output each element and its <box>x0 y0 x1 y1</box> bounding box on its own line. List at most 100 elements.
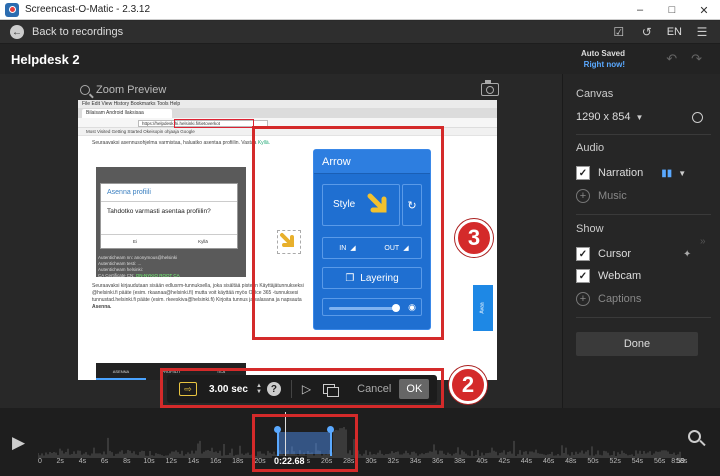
in-ramp-icon: ◢ <box>350 245 356 252</box>
browser-tab: Bilaisam Android llaksisaa <box>82 109 172 118</box>
duration-value[interactable]: 3.00 sec <box>209 384 248 395</box>
redo-icon[interactable]: ↷ <box>691 51 702 67</box>
timeline-tick-label: 4s <box>78 458 87 465</box>
app-window: Screencast-O-Matic - 2.3.12 – □ ✕ ← Back… <box>0 0 720 476</box>
screenshot-details: Autenticheam nn: anonymous@helsinki Aute… <box>98 255 180 278</box>
timeline-tick-label: 32s <box>387 458 399 465</box>
language-selector[interactable]: EN <box>667 26 682 38</box>
captions-add[interactable]: + Captions <box>576 292 641 306</box>
timeline-tick-label: 6s <box>100 458 109 465</box>
preview-play-icon[interactable]: ▷ <box>302 382 311 396</box>
duration-stepper[interactable]: ▲ ▼ <box>256 383 262 395</box>
window-title: Screencast-O-Matic - 2.3.12 <box>25 4 151 15</box>
music-add[interactable]: + Music <box>576 189 627 203</box>
in-transition-button[interactable]: IN ◢ <box>323 238 372 258</box>
timeline-tick-label: 44s <box>520 458 533 465</box>
overlay-toolbar: ⇨ 3.00 sec ▲ ▼ ? ▷ Cancel OK <box>167 375 437 403</box>
narration-toggle[interactable]: ✓ Narration ▮▮ ▼ <box>576 166 686 180</box>
opacity-knob[interactable] <box>391 304 400 312</box>
zoom-icon <box>80 85 90 95</box>
timeline-start-label: 0 <box>38 458 42 465</box>
close-button[interactable]: ✕ <box>688 0 720 20</box>
ok-button[interactable]: OK <box>399 379 430 399</box>
canvas-heading: Canvas <box>576 88 614 100</box>
play-icon[interactable]: ▶ <box>12 433 25 453</box>
cursor-checkbox[interactable]: ✓ <box>576 247 590 261</box>
timeline-tick-label: 14s <box>187 458 200 465</box>
menu-icon[interactable]: ☰ <box>694 24 710 40</box>
checklist-icon[interactable]: ☑ <box>611 24 627 40</box>
timeline-end-label: 8:59 <box>671 458 685 465</box>
arrow-panel-title: Arrow <box>314 150 430 174</box>
done-button[interactable]: Done <box>576 332 698 356</box>
canvas-color-radio[interactable] <box>692 112 703 123</box>
dialog-yes-button: Kyllä <box>198 239 208 244</box>
app-header: ← Back to recordings ☑ ↺ EN ☰ <box>0 21 720 44</box>
undo-icon[interactable]: ↶ <box>666 51 677 67</box>
maximize-button[interactable]: □ <box>656 0 688 20</box>
help-icon[interactable]: ? <box>266 382 281 396</box>
chevron-down-icon[interactable]: ▼ <box>678 169 686 178</box>
opacity-slider[interactable]: ◉ <box>322 298 422 316</box>
layering-button[interactable]: ❐ Layering <box>322 267 422 289</box>
audio-level-icon: ▮▮ <box>661 167 673 179</box>
webcam-checkbox[interactable]: ✓ <box>576 269 590 283</box>
timeline[interactable]: ▶ 2s4s6s8s10s12s14s16s18s20s22s24s26s28s… <box>0 408 720 476</box>
divider <box>576 214 711 215</box>
autosave-status: Auto Saved Right now! <box>581 48 625 70</box>
browser-tabs: Bilaisam Android llaksisaa <box>78 108 497 118</box>
eye-icon[interactable]: ◉ <box>408 302 416 313</box>
arrow-overlay-object[interactable] <box>277 230 301 254</box>
toolbar-divider <box>290 380 292 398</box>
swap-icon[interactable]: ↻ <box>402 184 422 226</box>
camera-icon[interactable] <box>481 80 499 96</box>
collapse-panel-icon[interactable]: » <box>700 236 706 247</box>
plus-icon: + <box>576 189 590 203</box>
back-arrow-icon[interactable]: ← <box>10 25 24 39</box>
chevron-down-icon: ▼ <box>635 112 644 122</box>
project-title: Helpdesk 2 <box>11 51 80 67</box>
zoom-preview-toggle[interactable]: Zoom Preview <box>80 84 166 96</box>
header-icons: ☑ ↺ EN ☰ <box>611 24 710 40</box>
arrow-properties-panel: Arrow Style ↻ IN ◢ OUT ◢ ❐ Layering ◉ <box>313 149 431 330</box>
narration-checkbox[interactable]: ✓ <box>576 166 590 180</box>
webcam-toggle[interactable]: ✓ Webcam <box>576 269 641 283</box>
history-icon[interactable]: ↺ <box>639 24 655 40</box>
timeline-tick-label: 54s <box>631 458 644 465</box>
dialog-no-button: Ei <box>132 239 137 244</box>
minimize-button[interactable]: – <box>624 0 656 20</box>
canvas-size-selector[interactable]: 1290 x 854 ▼ <box>576 111 643 123</box>
cursor-toggle[interactable]: ✓ Cursor ✦ <box>576 247 691 261</box>
cancel-button[interactable]: Cancel <box>357 383 391 395</box>
timeline-tick-label: 48s <box>565 458 577 465</box>
out-transition-button[interactable]: OUT ◢ <box>372 238 421 258</box>
timeline-zoom-icon[interactable] <box>688 430 701 443</box>
back-to-recordings-link[interactable]: Back to recordings <box>32 26 123 38</box>
stepper-down-icon[interactable]: ▼ <box>256 389 262 395</box>
duplicate-icon[interactable] <box>323 384 340 397</box>
opacity-track <box>329 304 400 312</box>
callout-badge-2: 2 <box>449 366 487 404</box>
page-blue-tab: Avaa <box>473 285 493 331</box>
timeline-tick-label: 12s <box>165 458 177 465</box>
undo-redo-group: ↶ ↷ <box>666 51 702 67</box>
divider <box>576 134 711 135</box>
arrow-style-selector[interactable]: Style <box>322 184 400 226</box>
app-logo-icon <box>5 2 19 17</box>
timeline-ticks: 2s4s6s8s10s12s14s16s18s20s22s24s26s28s30… <box>38 458 687 468</box>
right-panel: Canvas 1290 x 854 ▼ Audio ✓ Narration ▮▮… <box>562 74 720 408</box>
overlay-enter-icon[interactable]: ⇨ <box>179 382 197 396</box>
timeline-tick-label: 46s <box>542 458 555 465</box>
timeline-tick-label: 50s <box>587 458 599 465</box>
install-profile-dialog: Asenna profiili Tahdotko varmasti asenta… <box>100 183 238 249</box>
dialog-buttons: Ei Kyllä <box>101 234 237 248</box>
autosave-label: Auto Saved <box>580 49 625 58</box>
autosave-time: Right now! <box>583 60 625 69</box>
dialog-title: Asenna profiili <box>101 184 237 202</box>
callout-badge-3: 3 <box>455 219 493 257</box>
arrow-overlay-icon <box>280 233 294 247</box>
divider <box>576 317 711 318</box>
out-ramp-icon: ◢ <box>403 245 409 252</box>
style-label: Style <box>333 199 356 210</box>
cursor-settings-icon[interactable]: ✦ <box>683 249 691 260</box>
